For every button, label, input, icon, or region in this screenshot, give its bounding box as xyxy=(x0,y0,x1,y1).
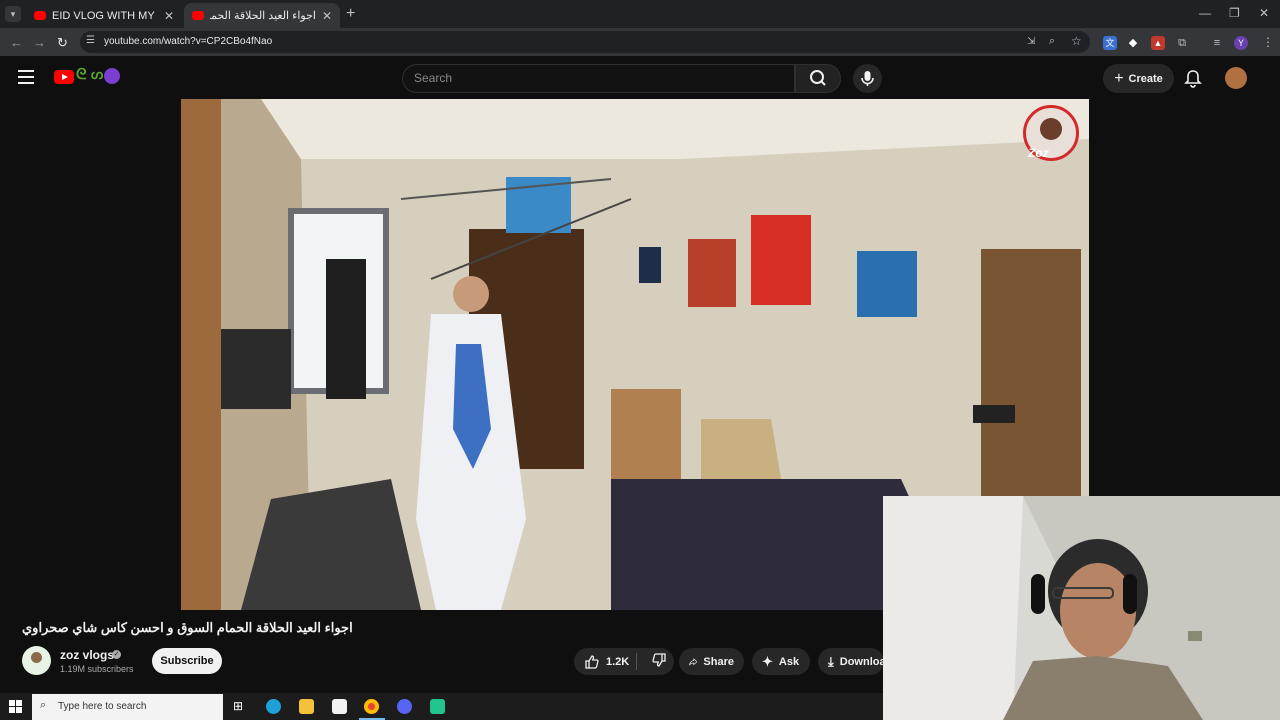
tab-search-button[interactable]: ▾ xyxy=(5,6,21,22)
close-tab-icon[interactable]: ✕ xyxy=(164,9,174,23)
windows-start-icon[interactable] xyxy=(9,700,22,713)
create-label: Create xyxy=(1128,72,1163,85)
download-button[interactable]: ⤓ Download xyxy=(818,648,884,675)
channel-watermark[interactable]: Zoz xyxy=(1023,105,1079,161)
taskbar-search-placeholder: Type here to search xyxy=(58,701,147,712)
reload-icon[interactable]: ↻ xyxy=(57,35,68,51)
verified-check-icon: ✓ xyxy=(112,650,121,659)
account-avatar[interactable] xyxy=(1225,67,1247,89)
forward-icon[interactable]: → xyxy=(33,35,46,50)
thumbs-down-icon xyxy=(652,653,666,667)
video-title: اجواء العيد الحلاقة الحمام السوق و احسن … xyxy=(22,620,353,635)
minimize-icon[interactable]: — xyxy=(1199,6,1211,20)
extension-red-icon[interactable]: ▲ xyxy=(1151,36,1165,50)
bookmark-star-icon[interactable]: ☆ xyxy=(1071,34,1082,48)
browser-menu-icon[interactable]: ⋮ xyxy=(1262,35,1274,49)
tab-title: اجواء العيد الحلاقة الحمام الس... xyxy=(210,10,316,22)
dislike-button[interactable] xyxy=(651,652,667,671)
discord-icon[interactable] xyxy=(397,699,412,714)
chrome-icon[interactable] xyxy=(364,699,379,714)
url-text[interactable]: youtube.com/watch?v=CP2CBo4fNao xyxy=(104,36,272,47)
store-icon[interactable] xyxy=(332,699,347,714)
watermark-text: Zoz xyxy=(1028,146,1049,160)
app-icon[interactable] xyxy=(430,699,445,714)
share-label: Share xyxy=(703,655,734,668)
channel-avatar[interactable] xyxy=(22,646,51,675)
youtube-favicon-icon xyxy=(34,11,46,20)
tab-title: EID VLOG WITH MY FAMILY I 🥹 xyxy=(52,10,158,22)
bell-icon xyxy=(1184,70,1202,88)
zoom-icon[interactable]: ⌕ xyxy=(1049,35,1055,48)
new-tab-button[interactable]: + xyxy=(346,5,355,23)
install-app-icon[interactable]: ⇲ xyxy=(1027,36,1035,47)
task-view-icon[interactable]: ⊞ xyxy=(233,699,248,714)
create-button[interactable]: + Create xyxy=(1103,64,1174,93)
site-info-icon[interactable]: ☰ xyxy=(86,35,95,46)
reading-list-icon[interactable]: ≡ xyxy=(1210,36,1224,50)
plus-icon: + xyxy=(1114,69,1124,87)
ask-label: Ask xyxy=(778,655,800,668)
thumbs-up-icon xyxy=(585,654,599,669)
avatar-face-icon xyxy=(31,652,42,663)
extension-diamond-icon[interactable]: ◆ xyxy=(1126,36,1140,50)
file-explorer-icon[interactable] xyxy=(299,699,314,714)
sparkle-icon: ✦ xyxy=(762,653,773,669)
microphone-icon xyxy=(861,71,874,86)
back-icon[interactable]: ← xyxy=(10,35,23,50)
like-dislike-group: 1.2K xyxy=(574,648,674,675)
close-tab-icon[interactable]: ✕ xyxy=(322,9,332,23)
notifications-button[interactable] xyxy=(1184,69,1202,93)
guide-menu-icon[interactable] xyxy=(18,70,34,84)
youtube-favicon-icon xyxy=(192,11,204,20)
extensions-puzzle-icon[interactable]: ⧉ xyxy=(1175,36,1189,50)
subscriber-count: 1.19M subscribers xyxy=(60,664,134,674)
profile-avatar-icon[interactable]: Y xyxy=(1234,36,1248,50)
restore-icon[interactable]: ❐ xyxy=(1229,6,1240,20)
webcam-feed-image xyxy=(883,496,1280,720)
like-count: 1.2K xyxy=(606,655,630,668)
channel-name[interactable]: zoz vlogs xyxy=(60,648,114,662)
watermark-face-icon xyxy=(1040,118,1062,140)
webcam-overlay xyxy=(883,496,1280,720)
search-input[interactable] xyxy=(402,64,795,93)
search-placeholder: Search xyxy=(414,71,453,85)
edge-icon[interactable] xyxy=(266,699,281,714)
share-button[interactable]: Share xyxy=(679,648,744,675)
search-icon xyxy=(810,70,826,86)
search-button[interactable] xyxy=(795,64,841,93)
browser-tab-2-active[interactable]: اجواء العيد الحلاقة الحمام الس... ✕ xyxy=(184,3,340,28)
taskbar-search-icon: ⌕ xyxy=(40,699,47,711)
browser-tab-1[interactable]: EID VLOG WITH MY FAMILY I 🥹 ✕ xyxy=(26,3,182,28)
subscribe-button[interactable]: Subscribe xyxy=(152,648,222,674)
like-divider xyxy=(636,653,637,670)
close-window-icon[interactable]: ✕ xyxy=(1259,6,1269,20)
download-label: Download xyxy=(839,655,884,668)
youtube-logo-icon[interactable] xyxy=(54,70,74,84)
like-button[interactable]: 1.2K xyxy=(584,654,629,670)
ask-button[interactable]: ✦ Ask xyxy=(752,648,810,675)
download-icon: ⤓ xyxy=(828,653,834,669)
share-arrow-icon xyxy=(689,657,698,665)
windows-logo-icon xyxy=(9,700,22,713)
doodle-logo-icon[interactable]: ᘓ ᔕ xyxy=(76,66,104,83)
voice-search-button[interactable] xyxy=(853,64,882,93)
doodle-logo-circle-icon xyxy=(104,68,120,84)
translate-extension-icon[interactable]: 文 xyxy=(1103,36,1117,50)
